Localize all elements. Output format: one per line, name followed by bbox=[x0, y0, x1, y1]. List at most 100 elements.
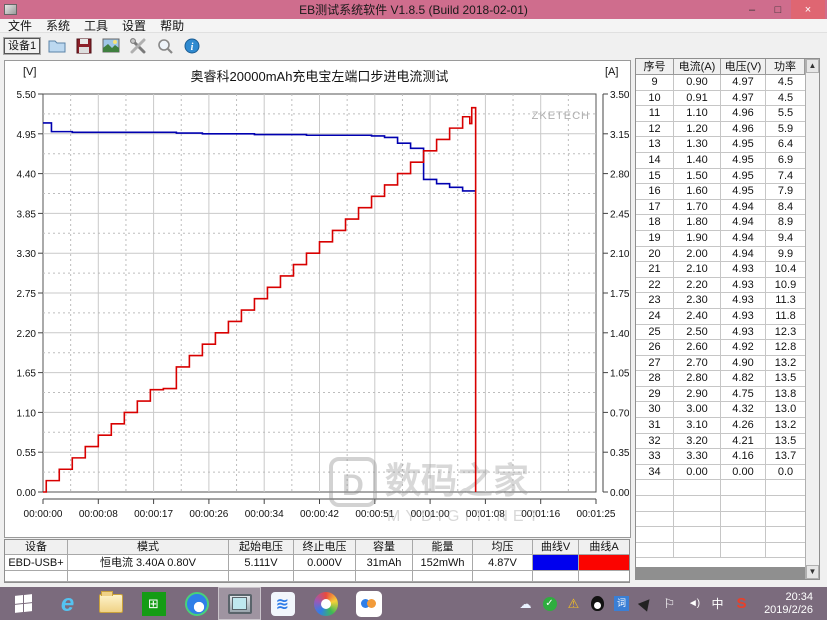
table-cell: 31 bbox=[636, 418, 674, 433]
table-scrollbar[interactable]: ▲ ▼ bbox=[805, 59, 819, 579]
table-cell: 7.4 bbox=[766, 169, 805, 184]
restore-button[interactable]: □ bbox=[765, 0, 791, 19]
table-row[interactable]: 202.004.949.9 bbox=[636, 247, 805, 263]
zoom-icon[interactable] bbox=[155, 37, 175, 55]
table-cell: 4.95 bbox=[721, 153, 766, 168]
table-row[interactable]: 222.204.9310.9 bbox=[636, 278, 805, 294]
right-tick-label: 1.75 bbox=[610, 289, 630, 300]
table-row[interactable]: 282.804.8213.5 bbox=[636, 371, 805, 387]
left-tick-label: 1.65 bbox=[17, 369, 37, 380]
table-row[interactable]: 141.404.956.9 bbox=[636, 153, 805, 169]
save-icon[interactable] bbox=[74, 37, 94, 55]
tray-alert-icon[interactable]: ⚠ bbox=[565, 595, 582, 612]
table-cell: 21 bbox=[636, 262, 674, 277]
table-cell: 1.70 bbox=[674, 200, 721, 215]
table-row[interactable] bbox=[636, 543, 805, 559]
table-cell: 4.16 bbox=[721, 449, 766, 464]
table-row[interactable] bbox=[636, 512, 805, 528]
table-row[interactable]: 262.604.9212.8 bbox=[636, 340, 805, 356]
table-row[interactable]: 242.404.9311.8 bbox=[636, 309, 805, 325]
table-row[interactable]: 151.504.957.4 bbox=[636, 169, 805, 185]
menu-help[interactable]: 帮助 bbox=[160, 19, 184, 33]
open-file-icon[interactable] bbox=[47, 37, 67, 55]
tray-qq-icon[interactable] bbox=[589, 595, 606, 612]
table-cell: 16 bbox=[636, 184, 674, 199]
taskbar-app-qq-browser-icon[interactable] bbox=[175, 587, 218, 620]
table-row[interactable] bbox=[636, 496, 805, 512]
table-cell: 4.95 bbox=[721, 184, 766, 199]
table-row[interactable]: 191.904.949.4 bbox=[636, 231, 805, 247]
table-row[interactable] bbox=[636, 527, 805, 543]
table-row[interactable]: 303.004.3213.0 bbox=[636, 402, 805, 418]
table-row[interactable]: 131.304.956.4 bbox=[636, 137, 805, 153]
taskbar-clock[interactable]: 20:34 2019/2/26 bbox=[757, 591, 821, 617]
table-hscroll-track[interactable] bbox=[636, 567, 805, 579]
table-row[interactable]: 292.904.7513.8 bbox=[636, 387, 805, 403]
taskbar-app-cloud-drive-icon[interactable] bbox=[347, 587, 390, 620]
scroll-up-icon[interactable]: ▲ bbox=[806, 59, 819, 73]
table-cell: 3.00 bbox=[674, 402, 721, 417]
tray-cloud-icon[interactable]: ☁ bbox=[517, 595, 534, 612]
table-row[interactable]: 272.704.9013.2 bbox=[636, 356, 805, 372]
table-row[interactable]: 323.204.2113.5 bbox=[636, 434, 805, 450]
table-row[interactable]: 212.104.9310.4 bbox=[636, 262, 805, 278]
table-row[interactable]: 161.604.957.9 bbox=[636, 184, 805, 200]
table-row[interactable]: 333.304.1613.7 bbox=[636, 449, 805, 465]
taskbar-app-pinwheel-browser-icon[interactable] bbox=[304, 587, 347, 620]
table-cell: 2.80 bbox=[674, 371, 721, 386]
taskbar-app-file-explorer-icon[interactable] bbox=[89, 587, 132, 620]
minimize-button[interactable]: – bbox=[739, 0, 765, 19]
menu-tools[interactable]: 工具 bbox=[84, 19, 108, 33]
export-image-icon[interactable] bbox=[101, 37, 121, 55]
table-cell: 1.40 bbox=[674, 153, 721, 168]
x-tick-label: 00:00:00 bbox=[24, 509, 63, 520]
device-1-button[interactable]: 设备1 bbox=[4, 38, 40, 54]
clock-date: 2019/2/26 bbox=[761, 604, 813, 617]
close-button[interactable]: × bbox=[791, 0, 825, 19]
table-cell: 17 bbox=[636, 200, 674, 215]
table-row[interactable]: 90.904.974.5 bbox=[636, 75, 805, 91]
menu-settings[interactable]: 设置 bbox=[122, 19, 146, 33]
table-cell: 1.30 bbox=[674, 137, 721, 152]
taskbar-app-windows-store-icon[interactable]: ⊞ bbox=[132, 587, 175, 620]
table-cell bbox=[766, 543, 805, 558]
taskbar-app-eb-test-app-icon[interactable] bbox=[218, 587, 261, 620]
tray-sogou-icon[interactable]: S bbox=[733, 595, 750, 612]
table-cell: 2.70 bbox=[674, 356, 721, 371]
taskbar-app-ie-browser-icon[interactable]: e bbox=[46, 587, 89, 620]
table-cell bbox=[636, 480, 674, 495]
tray-shield-icon[interactable]: ✓ bbox=[541, 595, 558, 612]
table-row[interactable]: 111.104.965.5 bbox=[636, 106, 805, 122]
curve-v-swatch[interactable] bbox=[533, 555, 579, 571]
right-axis-unit: [A] bbox=[605, 66, 618, 78]
status-header-end-voltage: 终止电压 bbox=[294, 540, 356, 555]
table-cell: 30 bbox=[636, 402, 674, 417]
scroll-down-icon[interactable]: ▼ bbox=[806, 565, 819, 579]
table-row[interactable]: 171.704.948.4 bbox=[636, 200, 805, 216]
table-row[interactable] bbox=[636, 480, 805, 496]
tools-icon[interactable] bbox=[128, 37, 148, 55]
tray-dict-icon[interactable]: 词 bbox=[613, 595, 630, 612]
tray-volume-icon[interactable]: ◄) bbox=[685, 595, 702, 612]
table-cell: 13.2 bbox=[766, 356, 805, 371]
tray-dish-icon[interactable] bbox=[637, 595, 654, 612]
tray-ime-icon[interactable]: 中 bbox=[709, 595, 726, 612]
info-icon[interactable]: i bbox=[182, 37, 202, 55]
table-cell: 24 bbox=[636, 309, 674, 324]
start-button[interactable] bbox=[0, 587, 46, 620]
curve-a-swatch[interactable] bbox=[579, 555, 629, 571]
table-row[interactable]: 100.914.974.5 bbox=[636, 91, 805, 107]
status-header-capacity: 容量 bbox=[356, 540, 413, 555]
table-row[interactable]: 340.000.000.0 bbox=[636, 465, 805, 481]
table-cell: 0.90 bbox=[674, 75, 721, 90]
tray-flag-icon[interactable]: ⚐ bbox=[661, 595, 678, 612]
status-header-energy: 能量 bbox=[413, 540, 473, 555]
table-row[interactable]: 232.304.9311.3 bbox=[636, 293, 805, 309]
taskbar-app-thunder-icon[interactable]: ≋ bbox=[261, 587, 304, 620]
table-row[interactable]: 313.104.2613.2 bbox=[636, 418, 805, 434]
table-row[interactable]: 121.204.965.9 bbox=[636, 122, 805, 138]
menu-system[interactable]: 系统 bbox=[46, 19, 70, 33]
table-row[interactable]: 252.504.9312.3 bbox=[636, 325, 805, 341]
menu-file[interactable]: 文件 bbox=[8, 19, 32, 33]
table-row[interactable]: 181.804.948.9 bbox=[636, 215, 805, 231]
